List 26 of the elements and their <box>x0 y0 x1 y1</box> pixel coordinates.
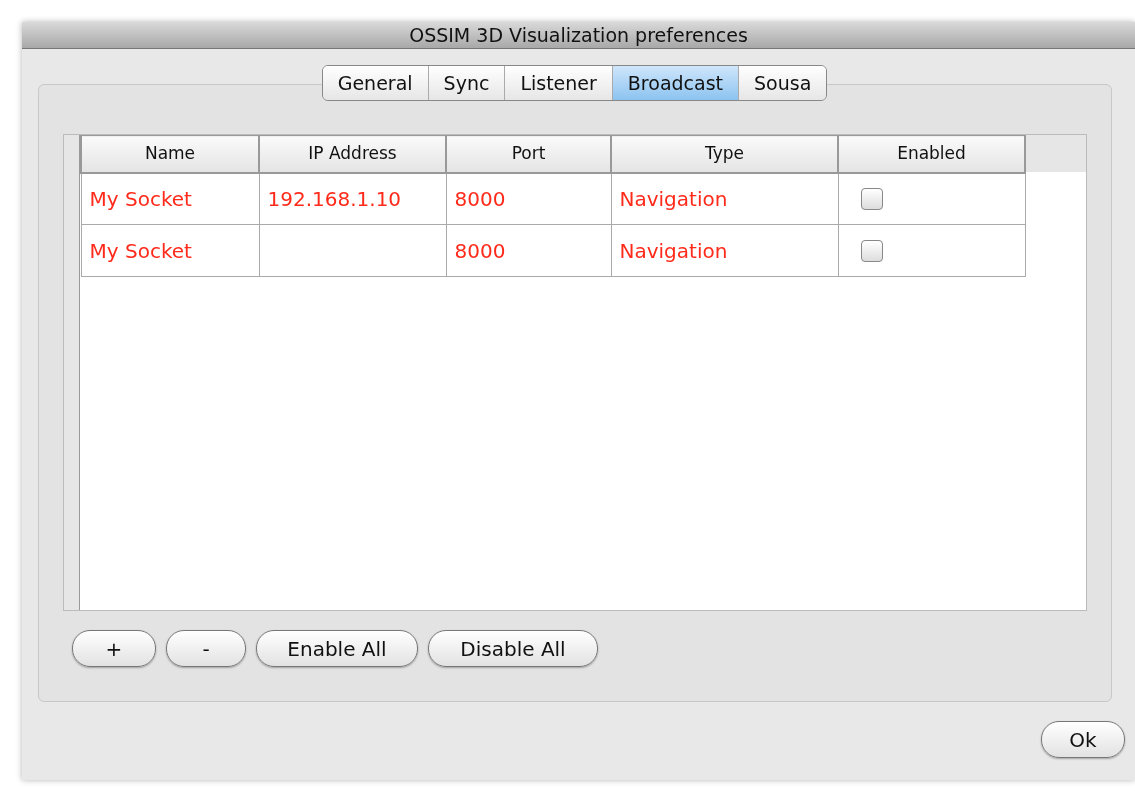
remove-button[interactable]: - <box>166 630 246 667</box>
checkbox[interactable] <box>860 239 883 262</box>
column-header[interactable]: Type <box>611 135 838 173</box>
column-header[interactable]: Enabled <box>838 135 1025 173</box>
column-header[interactable]: Port <box>446 135 611 173</box>
column-header[interactable]: IP Address <box>259 135 446 173</box>
window-title: OSSIM 3D Visualization preferences <box>22 22 1135 49</box>
tab[interactable]: Listener <box>505 66 613 100</box>
tab[interactable]: General <box>322 66 429 100</box>
header-filler <box>1026 135 1086 172</box>
column-header[interactable]: Name <box>81 135 259 173</box>
table-cell: 8000 <box>454 186 506 211</box>
table-cell: Navigation <box>619 186 728 211</box>
add-button[interactable]: + <box>72 630 156 667</box>
table-cell: My Socket <box>89 238 192 263</box>
action-button[interactable]: Disable All <box>428 630 598 667</box>
tab[interactable]: Broadcast <box>612 66 740 100</box>
table-cell: Navigation <box>619 238 728 263</box>
table-cell: My Socket <box>89 186 192 211</box>
action-button[interactable]: Enable All <box>256 630 418 667</box>
table-cell: 192.168.1.10 <box>267 186 402 211</box>
tab[interactable]: Sousa <box>739 66 827 100</box>
table-cell: 8000 <box>454 238 506 263</box>
tab[interactable]: Sync <box>428 66 506 100</box>
checkbox[interactable] <box>860 187 883 210</box>
ok-button[interactable]: Ok <box>1041 721 1125 758</box>
